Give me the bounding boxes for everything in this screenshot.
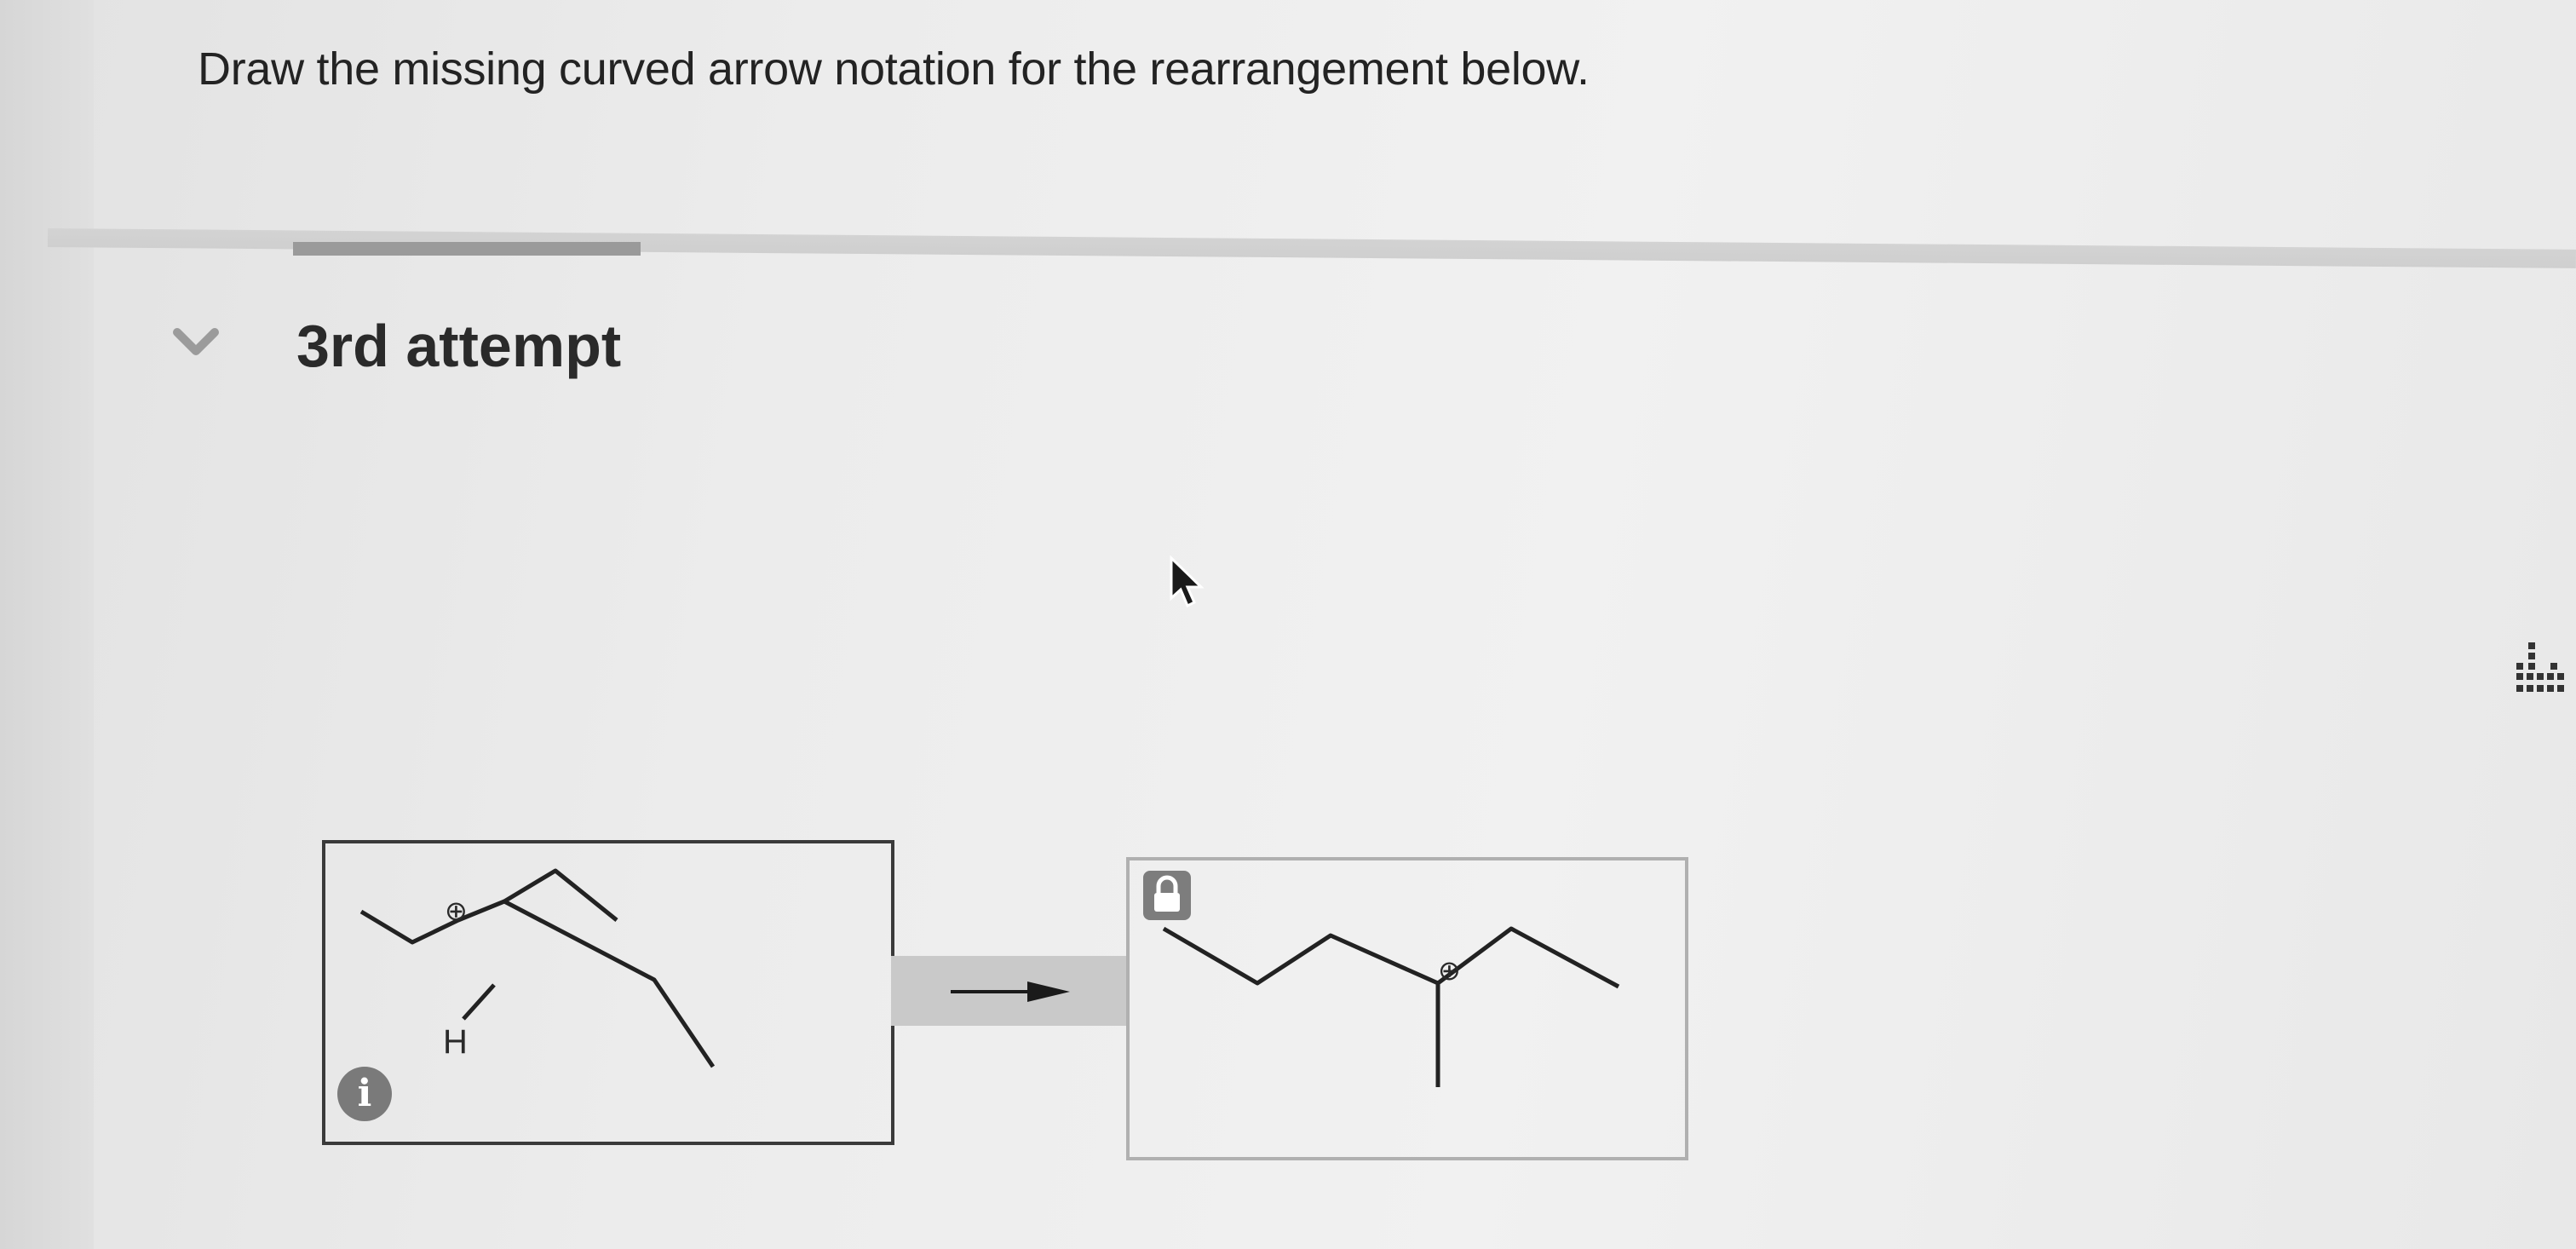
product-positive-charge: ⊕ <box>1438 955 1461 986</box>
attempt-title: 3rd attempt <box>296 313 622 379</box>
reactant-structure-box[interactable]: H ⊕ i <box>322 840 894 1145</box>
question-prompt: Draw the missing curved arrow notation f… <box>198 43 1590 95</box>
reactant-skeletal-structure[interactable]: H ⊕ <box>325 843 891 1142</box>
expand-icon[interactable] <box>2513 641 2567 699</box>
reactant-h-bond <box>462 983 496 1021</box>
reactant-positive-charge: ⊕ <box>445 895 468 926</box>
chevron-down-icon[interactable] <box>170 324 221 358</box>
reaction-arrow-icon <box>951 981 1070 1002</box>
info-icon[interactable]: i <box>337 1067 392 1121</box>
page-left-edge <box>0 0 94 1249</box>
product-skeletal-structure: ⊕ <box>1162 926 1620 1087</box>
reactant-hydrogen-label: H <box>443 1023 468 1061</box>
attempt-progress-indicator <box>293 242 641 256</box>
product-structure-box: ⊕ <box>1126 857 1688 1160</box>
mouse-cursor-icon <box>1170 555 1205 608</box>
lock-icon <box>1143 871 1191 920</box>
